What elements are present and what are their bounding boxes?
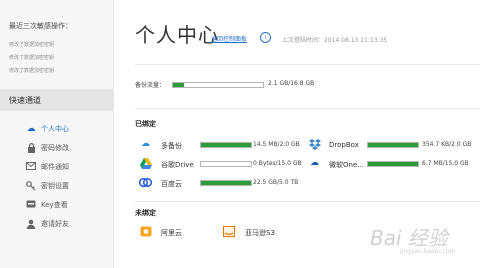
backup-traffic-value: 2.1 GB/16.8 GB xyxy=(268,80,315,87)
watermark-url: jingyan.baidu.com xyxy=(400,248,456,255)
aliyun-icon xyxy=(139,226,152,237)
service-usage-bar xyxy=(200,180,252,186)
service-name-baidu-cloud[interactable]: 百度云 xyxy=(161,179,182,189)
service-name-duobeifen[interactable]: 多备份 xyxy=(161,141,182,151)
last-login-time: 上次登陆时间：2014.08.13 11:13:35 xyxy=(282,37,388,44)
key-card-icon xyxy=(26,200,36,210)
sidebar-item-label: 密码修改 xyxy=(41,144,69,152)
service-usage-bar xyxy=(200,161,252,167)
service-usage-value: 14.5 MB/2.0 GB xyxy=(253,141,300,148)
mail-icon xyxy=(26,162,36,172)
divider xyxy=(135,108,480,109)
service-usage-fill xyxy=(368,143,418,147)
backup-traffic-bar xyxy=(172,82,264,88)
sidebar-item-key-view[interactable]: Key查看 xyxy=(0,196,113,214)
service-usage-value: 22.5 GB/5.0 TB xyxy=(253,179,299,186)
back-to-dashboard-link[interactable]: 返回控制面板 xyxy=(211,34,247,43)
service-usage-value: 0 Bytes/15.0 GB xyxy=(253,160,302,167)
lock-icon xyxy=(26,143,36,153)
service-usage-fill xyxy=(368,162,418,166)
quick-access-header: 快速通道 xyxy=(0,89,113,111)
sidebar-item-label: 密钥设置 xyxy=(41,182,69,190)
service-usage-value: 354.7 KB/2.0 GB xyxy=(422,141,472,148)
recent-operation-item: 修改了数据加密密钥 xyxy=(9,68,55,74)
sidebar: 最近三次敏感操作： 修改了数据加密密钥 修改了数据加密密钥 修改了数据加密密钥 … xyxy=(0,0,114,268)
cloud-sync-icon: ☁ xyxy=(141,139,150,149)
cloud-icon: ☁ xyxy=(26,124,36,134)
service-name-onedrive[interactable]: 微软One... xyxy=(329,160,364,170)
service-usage-fill xyxy=(201,143,251,147)
sidebar-item-invite[interactable]: 邀请好友 xyxy=(0,215,113,233)
baidu-jingyan-watermark: Bai 经验 xyxy=(370,226,448,250)
service-name-amazon-s3[interactable]: 亚马逊S3 xyxy=(245,228,275,238)
recent-operation-item: 修改了数据加密密钥 xyxy=(9,55,55,61)
backup-traffic-fill xyxy=(173,83,185,87)
page-title: 个人中心 xyxy=(135,23,219,47)
dropbox-icon xyxy=(308,139,321,150)
service-usage-bar xyxy=(200,142,252,148)
key-icon xyxy=(26,181,36,191)
service-name-aliyun[interactable]: 阿里云 xyxy=(161,228,182,238)
back-arrow-icon[interactable]: ‹ xyxy=(260,32,271,43)
service-usage-fill xyxy=(201,181,251,185)
sidebar-item-label: 邮件通知 xyxy=(41,163,69,171)
sidebar-item-profile[interactable]: ☁ 个人中心 xyxy=(0,120,113,138)
baidu-cloud-icon xyxy=(138,177,153,188)
sidebar-item-label: Key查看 xyxy=(41,201,68,209)
onedrive-icon: ☁ xyxy=(310,158,319,168)
amazon-s3-icon xyxy=(222,226,235,237)
service-usage-bar xyxy=(367,161,419,167)
divider xyxy=(135,201,480,202)
service-usage-bar xyxy=(367,142,419,148)
quick-access-title: 快速通道 xyxy=(9,96,41,105)
bound-section-title: 已绑定 xyxy=(135,120,156,128)
divider xyxy=(135,64,480,65)
google-drive-icon xyxy=(139,158,152,169)
sidebar-item-label: 个人中心 xyxy=(41,125,69,133)
recent-operation-item: 修改了数据加密密钥 xyxy=(9,42,55,48)
service-usage-value: 6.7 MB/15.0 GB xyxy=(422,160,469,167)
user-icon xyxy=(26,219,36,229)
sidebar-item-key-settings[interactable]: 密钥设置 xyxy=(0,177,113,195)
service-name-dropbox[interactable]: DropBox xyxy=(329,141,359,149)
recent-operations-title: 最近三次敏感操作： xyxy=(9,22,72,30)
backup-traffic-label: 备份流量： xyxy=(135,82,166,89)
sidebar-item-label: 邀请好友 xyxy=(41,220,69,228)
sidebar-item-password[interactable]: 密码修改 xyxy=(0,139,113,157)
unbound-section-title: 未绑定 xyxy=(135,209,156,217)
service-name-google-drive[interactable]: 谷歌Drive xyxy=(161,160,194,170)
sidebar-item-mail[interactable]: 邮件通知 xyxy=(0,158,113,176)
